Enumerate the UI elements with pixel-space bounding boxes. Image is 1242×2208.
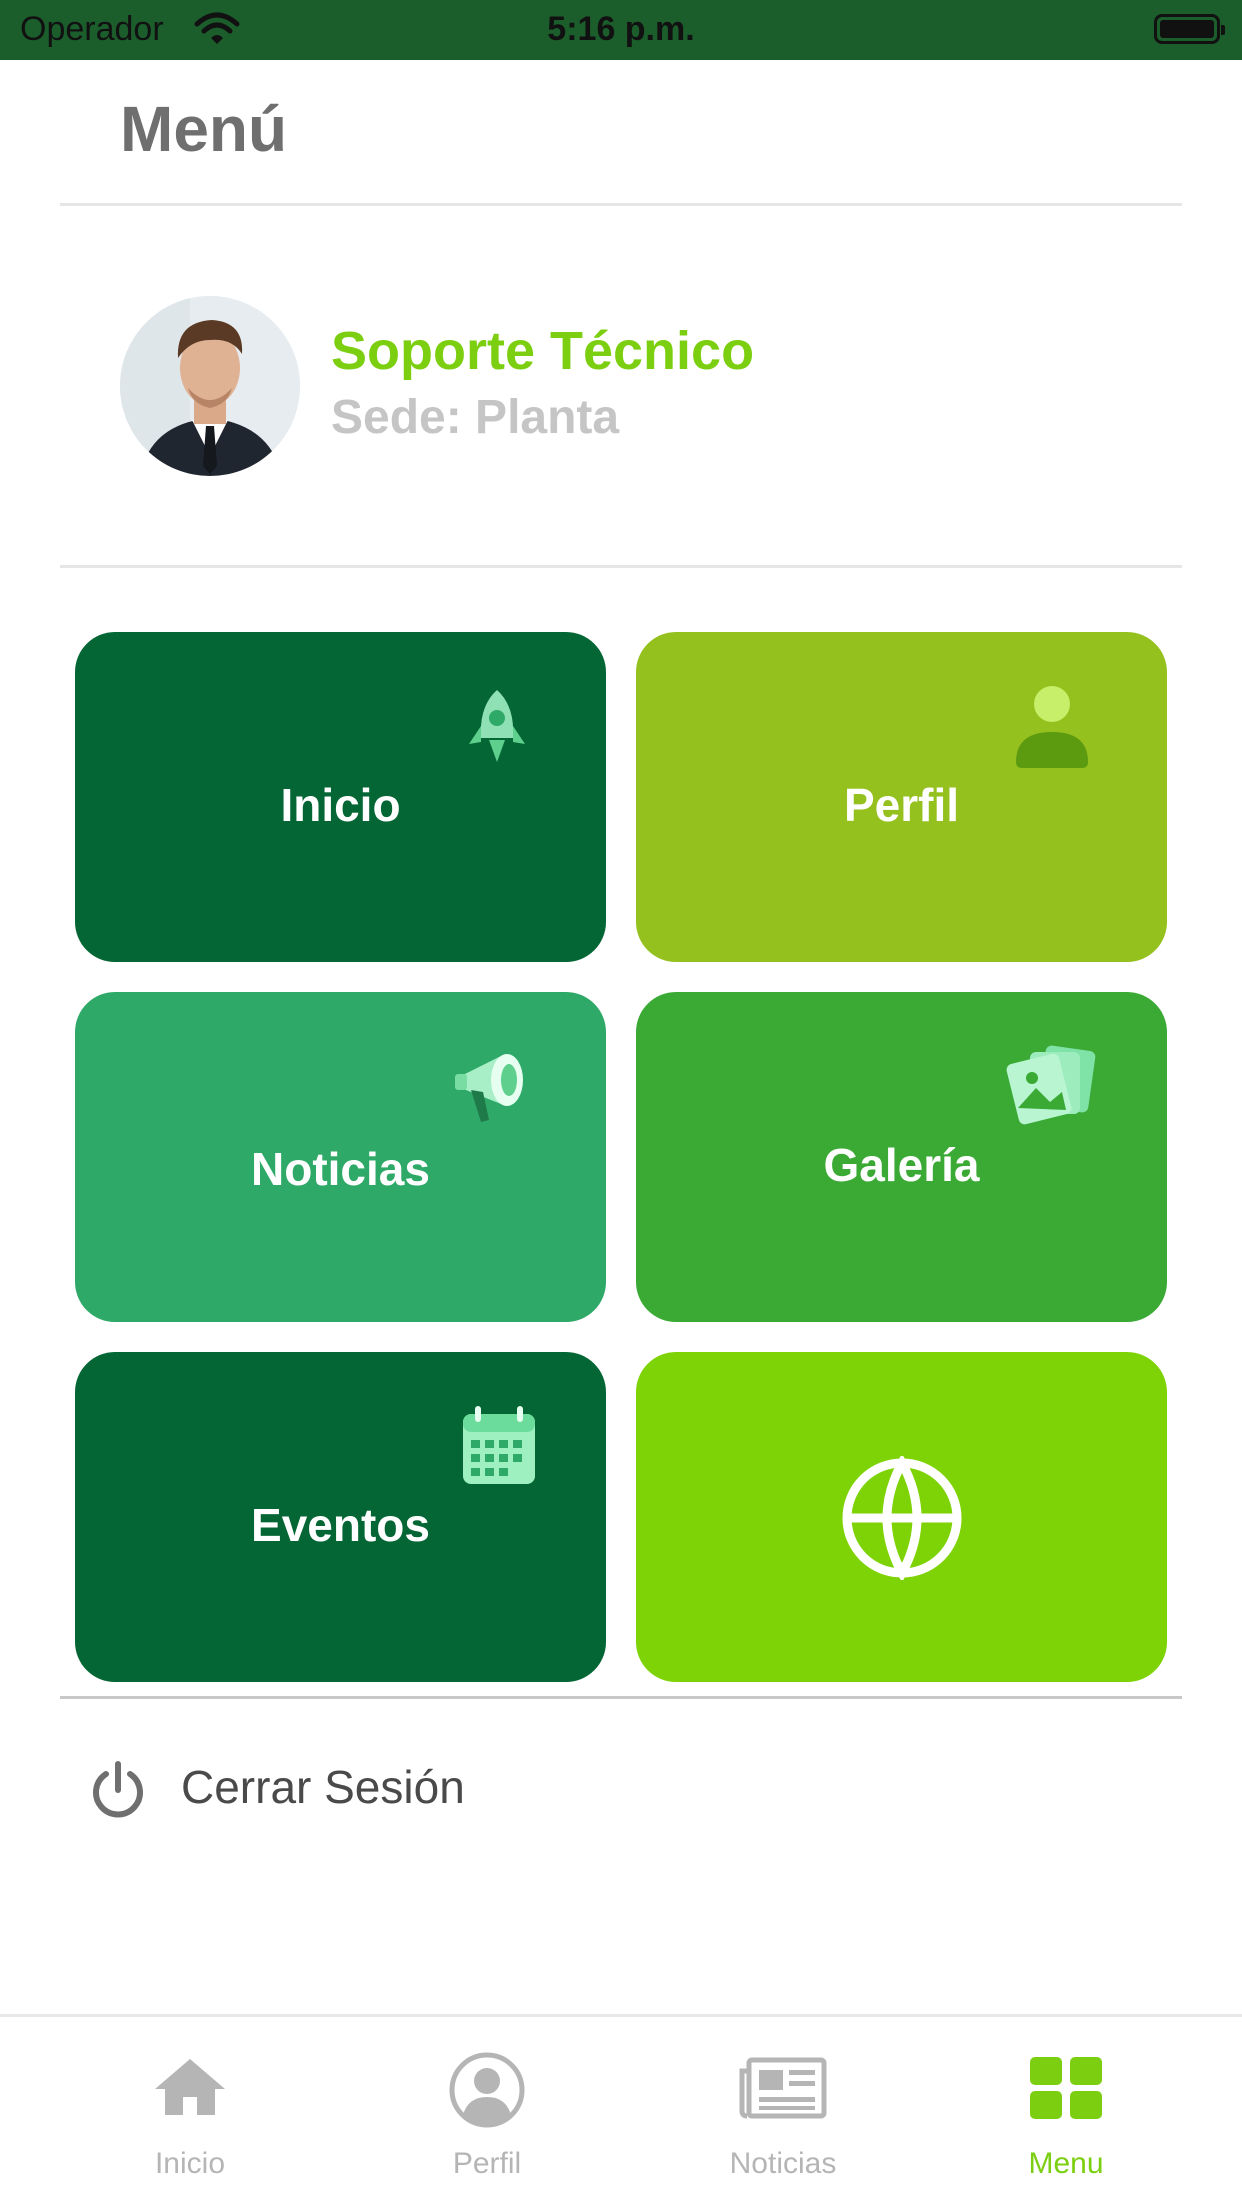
- header-divider: [60, 203, 1182, 206]
- rocket-icon: [459, 686, 535, 776]
- home-icon: [40, 2057, 340, 2121]
- user-site: Sede: Planta: [331, 391, 620, 444]
- tile-eventos-label: Eventos: [251, 1499, 430, 1551]
- status-bar: Operador 5:16 p.m.: [0, 0, 1242, 60]
- tab-menu[interactable]: Menu: [916, 2017, 1216, 2207]
- tab-perfil[interactable]: Perfil: [337, 2017, 637, 2207]
- tile-web[interactable]: [636, 1352, 1167, 1682]
- logout-button[interactable]: Cerrar Sesión: [86, 1752, 606, 1822]
- menu-divider: [60, 1696, 1182, 1699]
- tile-galeria-label: Galería: [823, 1139, 980, 1191]
- globe-icon: [840, 1453, 964, 1584]
- tile-noticias-label: Noticias: [251, 1143, 430, 1195]
- tile-inicio-label: Inicio: [280, 779, 401, 831]
- page-title: Menú: [120, 93, 288, 165]
- power-icon: [90, 1760, 146, 1822]
- tile-eventos[interactable]: Eventos: [75, 1352, 606, 1682]
- grid-icon: [916, 2057, 1216, 2123]
- clock: 5:16 p.m.: [547, 10, 695, 48]
- logout-label: Cerrar Sesión: [181, 1761, 465, 1813]
- battery-icon: [1154, 14, 1225, 44]
- tile-galeria[interactable]: Galería: [636, 992, 1167, 1322]
- profile-divider: [60, 565, 1182, 568]
- newspaper-icon: [633, 2057, 933, 2123]
- photos-icon: [1006, 1044, 1100, 1132]
- user-name: Soporte Técnico: [331, 321, 755, 381]
- tab-noticias-label: Noticias: [729, 2147, 837, 2180]
- tile-perfil-label: Perfil: [843, 779, 960, 831]
- tile-perfil[interactable]: Perfil: [636, 632, 1167, 962]
- calendar-icon: [457, 1404, 541, 1492]
- person-icon: [1012, 682, 1092, 776]
- tile-noticias[interactable]: Noticias: [75, 992, 606, 1322]
- tab-inicio[interactable]: Inicio: [40, 2017, 340, 2207]
- tile-inicio[interactable]: Inicio: [75, 632, 606, 962]
- tab-noticias[interactable]: Noticias: [633, 2017, 933, 2207]
- user-circle-icon: [337, 2051, 637, 2133]
- avatar: [120, 296, 300, 476]
- megaphone-icon: [453, 1042, 537, 1132]
- tab-bar: Inicio Perfil Noticias Menu: [0, 2014, 1242, 2208]
- tab-perfil-label: Perfil: [452, 2147, 522, 2180]
- tab-inicio-label: Inicio: [154, 2147, 226, 2180]
- tab-menu-label: Menu: [1028, 2147, 1104, 2180]
